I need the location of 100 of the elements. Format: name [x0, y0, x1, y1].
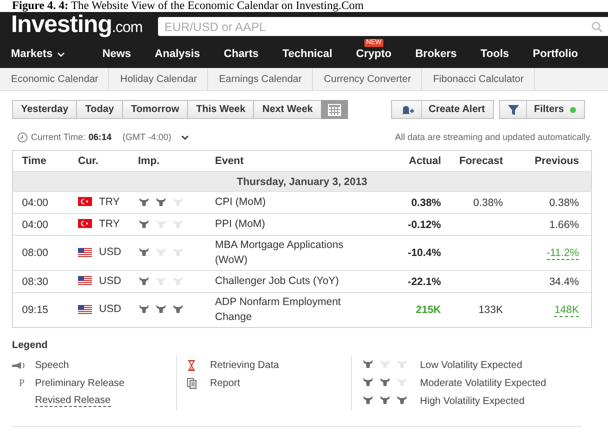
currency-cell: USD: [78, 246, 122, 258]
search-icon: [591, 21, 603, 33]
create-alert-button[interactable]: Create Alert: [390, 100, 494, 119]
column-header: Cur.: [78, 150, 138, 172]
filters-button[interactable]: Filters: [498, 100, 585, 119]
current-time: 06:14: [88, 132, 112, 142]
date-row: Thursday, January 3, 2013: [12, 172, 592, 192]
subnav-link[interactable]: Holiday Calendar: [109, 68, 208, 90]
legend-label: Moderate Volatility Expected: [420, 378, 546, 388]
previous-value: 34.4%: [549, 276, 579, 288]
preliminary-icon: P: [12, 378, 25, 388]
date-range-button[interactable]: Tomorrow: [122, 100, 188, 119]
actual-value: -0.12%: [408, 218, 441, 230]
nav-link[interactable]: News: [102, 48, 132, 60]
legend-label: Report: [210, 378, 240, 388]
actual-value: 0.38%: [411, 196, 441, 208]
bull-icon: [396, 358, 408, 369]
current-time-label: Current Time:: [31, 132, 86, 142]
bull-icon: [362, 358, 374, 369]
currency-cell: TRY: [78, 196, 120, 208]
bell-icon: [400, 104, 414, 116]
legend-title: Legend: [12, 340, 49, 351]
currency-cell: USD: [78, 303, 122, 316]
filter-icon: [508, 104, 519, 116]
legend-label: Low Volatility Expected: [420, 360, 522, 370]
bull-icon: [155, 218, 167, 228]
flag-icon: [78, 219, 92, 228]
bull-icon: [362, 376, 374, 387]
subnav-link[interactable]: Currency Converter: [312, 68, 422, 90]
actual-value: 215K: [416, 304, 441, 316]
bull-icon: [396, 394, 408, 405]
site-logo[interactable]: Investing.com: [11, 12, 142, 40]
forecast-value: 0.38%: [473, 196, 503, 208]
subnav-link[interactable]: Economic Calendar: [0, 68, 110, 90]
date-range-button[interactable]: This Week: [187, 100, 254, 119]
event-cell[interactable]: Challenger Job Cuts (YoY): [215, 272, 350, 291]
nav-link[interactable]: Charts: [224, 48, 259, 60]
date-range-button[interactable]: Next Week: [253, 100, 322, 119]
actual-value: -22.1%: [408, 276, 441, 288]
bull-icon: [138, 303, 150, 314]
currency-cell: USD: [78, 274, 122, 287]
bull-icon: [172, 303, 184, 314]
date-range-button[interactable]: Today: [76, 100, 123, 119]
clock-icon: [17, 132, 28, 142]
column-header: Previous: [503, 150, 592, 172]
bull-icon: [172, 196, 184, 206]
event-cell[interactable]: CPI (MoM): [215, 193, 350, 212]
streaming-note: All data are streaming and updated automatically.: [395, 132, 592, 142]
legend-label: Revised Release: [35, 395, 111, 407]
legend-label: Preliminary Release: [35, 378, 124, 388]
subnav-link[interactable]: Fibonacci Calculator: [422, 68, 535, 90]
event-cell[interactable]: MBA Mortgage Applications (WoW): [215, 236, 350, 270]
bull-icon: [172, 246, 184, 257]
previous-value: 0.38%: [549, 196, 579, 208]
hourglass-icon: [187, 360, 196, 370]
calendar-button[interactable]: [320, 100, 348, 119]
caret-icon: [181, 134, 190, 140]
previous-value: 1.66%: [549, 218, 579, 230]
nav-link[interactable]: Crypto: [356, 48, 392, 60]
subnav-link[interactable]: Earnings Calendar: [208, 68, 313, 90]
bull-icon: [138, 218, 150, 228]
date-range-button[interactable]: Yesterday: [12, 100, 78, 119]
flag-icon: [78, 248, 92, 257]
bull-icon: [155, 274, 167, 286]
column-header: Imp.: [138, 150, 215, 172]
bull-icon: [379, 376, 391, 387]
bull-icon: [396, 376, 408, 387]
actual-value: -10.4%: [408, 247, 441, 259]
nav-link[interactable]: Brokers: [415, 48, 457, 60]
bull-icon: [155, 196, 167, 206]
bull-icon: [379, 394, 391, 405]
flag-icon: [78, 276, 92, 286]
nav-link[interactable]: Analysis: [154, 48, 200, 60]
nav-link[interactable]: Markets: [11, 48, 65, 60]
bull-icon: [172, 218, 184, 228]
nav-link[interactable]: Tools: [480, 48, 510, 60]
column-header: Time: [12, 150, 78, 172]
flag-icon: [78, 304, 92, 314]
timezone-dropdown[interactable]: (GMT -4:00): [122, 132, 190, 142]
forecast-value: 133K: [478, 304, 503, 316]
legend-label: Retrieving Data: [210, 360, 279, 370]
column-header: Actual: [389, 150, 441, 172]
flag-icon: [78, 197, 92, 206]
column-header: Event: [215, 150, 389, 172]
previous-value: -11.2%: [546, 247, 579, 260]
event-cell[interactable]: PPI (MoM): [215, 215, 350, 234]
document-icon: [187, 378, 197, 388]
legend-label: High Volatility Expected: [420, 396, 525, 406]
bull-icon: [138, 274, 150, 286]
bull-icon: [172, 274, 184, 286]
nav-link[interactable]: Technical: [282, 48, 332, 60]
nav-link[interactable]: Portfolio: [532, 48, 578, 60]
previous-value: 148K: [554, 304, 579, 317]
bull-icon: [138, 196, 150, 206]
event-cell[interactable]: ADP Nonfarm Employment Change: [215, 293, 350, 327]
caret-icon: [56, 52, 65, 56]
bull-icon: [155, 246, 167, 257]
legend-label: Speech: [35, 360, 69, 370]
search-field[interactable]: EUR/USD or AAPL: [158, 17, 608, 36]
bull-icon: [155, 303, 167, 314]
